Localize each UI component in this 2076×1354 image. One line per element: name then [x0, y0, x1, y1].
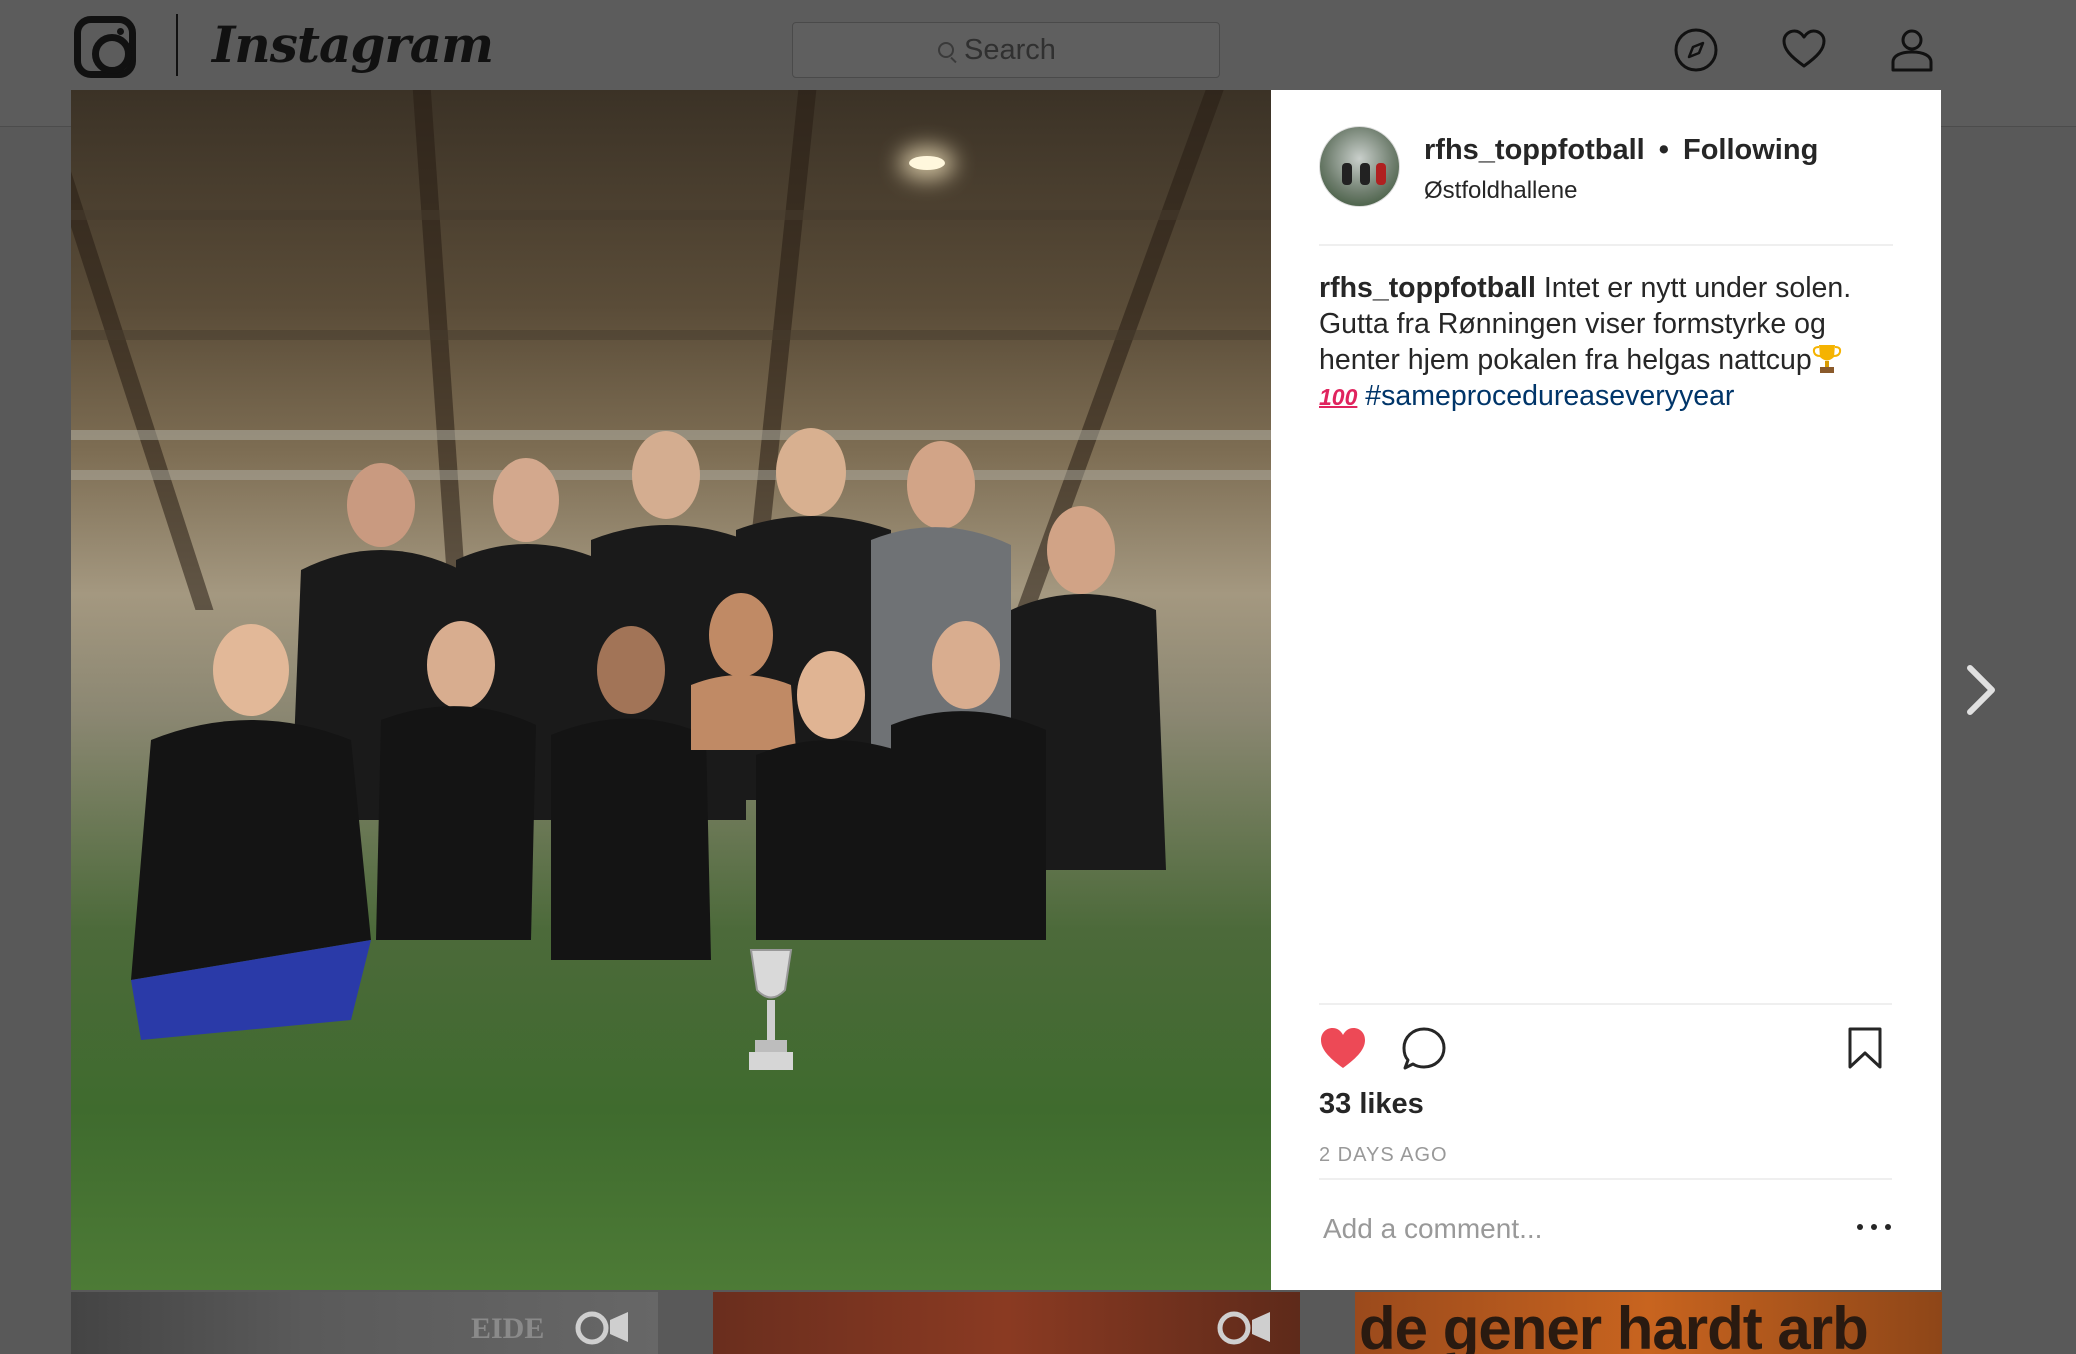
username-link[interactable]: rfhs_toppfotball — [1424, 134, 1645, 166]
add-comment-input[interactable] — [1323, 1206, 1803, 1252]
actions-divider — [1319, 1003, 1892, 1005]
hashtag-link[interactable]: #sameprocedureaseveryyear — [1365, 380, 1734, 412]
post-header: rfhs_toppfotball • Following Østfoldhall… — [1319, 126, 1893, 246]
team-silhouettes — [131, 428, 1166, 1040]
trophy-emoji-icon — [1812, 345, 1841, 373]
profile-user-icon[interactable] — [1888, 26, 1936, 74]
post-modal: rfhs_toppfotball • Following Østfoldhall… — [71, 90, 1941, 1290]
search-icon — [938, 42, 954, 58]
grid-thumbnail[interactable]: de gener hardt arb — [1355, 1292, 1942, 1354]
logo-divider — [176, 14, 178, 76]
photo-beam — [71, 330, 1271, 340]
save-bookmark-icon[interactable] — [1847, 1026, 1883, 1070]
instagram-wordmark[interactable]: Instagram — [212, 10, 494, 80]
comment-divider — [1319, 1178, 1892, 1180]
grid-thumbnail[interactable] — [713, 1292, 1300, 1354]
activity-heart-icon[interactable] — [1780, 26, 1828, 74]
thumbnail-text: de gener hardt arb — [1359, 1295, 1869, 1354]
location-link[interactable]: Østfoldhallene — [1424, 177, 1577, 205]
photo-beam — [71, 210, 1271, 220]
following-button[interactable]: Following — [1683, 134, 1818, 166]
post-timestamp[interactable]: 2 DAYS AGO — [1319, 1144, 1448, 1167]
next-chevron-icon[interactable] — [1960, 660, 2000, 720]
instagram-logo-icon[interactable] — [74, 16, 136, 78]
search-input[interactable] — [964, 33, 1074, 67]
thumbnail-text: EIDE — [471, 1312, 545, 1345]
grid-thumbnail[interactable]: EIDE — [71, 1292, 658, 1354]
post-photo[interactable] — [71, 90, 1271, 1290]
comment-bubble-icon[interactable] — [1401, 1026, 1447, 1072]
separator-dot: • — [1658, 134, 1669, 166]
trophy-cup — [749, 949, 793, 1070]
video-camera-icon — [575, 1311, 628, 1345]
caption-username-link[interactable]: rfhs_toppfotball — [1319, 272, 1536, 304]
post-sidebar: rfhs_toppfotball • Following Østfoldhall… — [1271, 90, 1941, 1290]
video-camera-icon — [1217, 1311, 1270, 1345]
explore-compass-icon[interactable] — [1672, 26, 1720, 74]
like-heart-icon[interactable] — [1319, 1026, 1367, 1070]
post-caption: rfhs_toppfotball Intet er nytt under sol… — [1319, 270, 1899, 415]
search-box[interactable] — [792, 22, 1220, 78]
post-author: rfhs_toppfotball • Following — [1424, 134, 1818, 167]
likes-count[interactable]: 33 likes — [1319, 1088, 1424, 1121]
avatar[interactable] — [1319, 126, 1400, 207]
hundred-points-emoji-icon: 100 — [1319, 384, 1358, 410]
photo-ceiling-lamp — [909, 156, 945, 170]
more-options-icon[interactable] — [1857, 1212, 1891, 1242]
